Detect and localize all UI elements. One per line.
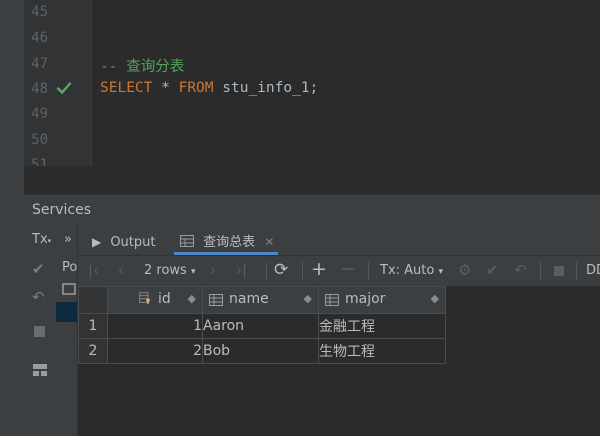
cell-id[interactable]: 2 [107,338,203,364]
cell-major[interactable]: 金融工程 [318,313,446,339]
next-page-icon[interactable]: › [210,261,216,279]
line-number: 46 [31,30,48,46]
column-icon [325,294,339,306]
sort-icon[interactable]: ◆ [431,292,439,305]
rollback-icon[interactable]: ↶ [514,261,527,279]
column-header-major[interactable]: major ◆ [318,286,446,314]
expand-toggle[interactable]: » [64,232,72,247]
column-icon [209,294,223,306]
services-header: Services [24,194,600,226]
line-number: 48 [31,81,48,97]
tab-label: 查询总表 [203,235,256,250]
database-icon [62,283,76,295]
tab-query-all[interactable]: 查询总表 ✕ [180,231,274,250]
toolbar-separator [368,262,369,280]
stop-icon[interactable] [554,266,564,276]
first-page-icon[interactable]: |‹ [88,261,99,279]
gutter-divider [91,0,92,166]
layout-icon[interactable] [32,363,48,381]
table-icon [180,235,194,247]
line-number: 49 [31,106,48,122]
panel-splitter[interactable] [24,166,600,194]
tx-dropdown[interactable]: Tx▾ [32,232,51,247]
left-tool-strip [0,0,24,436]
commit-icon[interactable]: ✔ [32,260,45,278]
cell-major[interactable]: 生物工程 [318,338,446,364]
last-page-icon[interactable]: ›| [236,261,247,279]
results-toolbar: |‹ ‹ 2 rows ▾ › ›| ⟳ + − Tx: Auto ▾ ⚙ ✔ … [78,255,600,287]
sql-keyword-from: FROM [178,80,214,96]
services-title: Services [32,202,92,218]
table-row[interactable]: 1 1 Aaron 金融工程 [78,313,446,339]
line-number: 47 [31,56,48,72]
stop-icon[interactable] [34,326,45,337]
services-tree[interactable]: » Po [56,225,78,436]
row-number[interactable]: 1 [78,313,108,339]
refresh-icon[interactable]: ⟳ [274,260,288,280]
sort-icon[interactable]: ◆ [188,292,196,305]
column-header-label: id [158,291,171,307]
sql-statement: SELECT * FROM stu_info_1; [100,80,318,96]
rollback-icon[interactable]: ↶ [32,288,45,306]
column-header-id[interactable]: id ◆ [107,286,203,314]
column-header-label: major [345,291,386,307]
cell-name[interactable]: Aaron [202,313,319,339]
result-grid: id ◆ name ◆ major ◆ 1 1 Aaron 金融工程 2 2 B… [78,286,446,364]
column-header-label: name [229,291,269,307]
rows-dropdown[interactable]: 2 rows ▾ [144,263,196,278]
result-tabs: ▶ Output 查询总表 ✕ [78,225,600,255]
sql-keyword-select: SELECT [100,80,153,96]
tx-settings-icon[interactable]: ⚙ [458,261,471,279]
toolbar-separator [266,262,267,280]
toolbar-separator [302,262,303,280]
line-number: 45 [31,4,48,20]
sort-icon[interactable]: ◆ [304,292,312,305]
row-header-corner [78,286,108,314]
line-number: 50 [31,132,48,148]
sql-star: * [161,80,170,96]
row-number[interactable]: 2 [78,338,108,364]
sql-comment: -- 查询分表 [100,59,185,75]
cell-id[interactable]: 1 [107,313,203,339]
tx-mode-dropdown[interactable]: Tx: Auto ▾ [380,263,443,278]
tree-selection[interactable] [56,302,78,322]
prev-page-icon[interactable]: ‹ [118,261,124,279]
sql-table-ref: stu_info_1; [222,80,319,96]
tx-mode-label: Tx: Auto [380,263,435,278]
tree-item-label[interactable]: Po [62,260,77,275]
rows-label: 2 rows [144,263,187,278]
ddl-button[interactable]: DD [586,263,600,278]
toolbar-separator [540,262,541,280]
cell-name[interactable]: Bob [202,338,319,364]
column-header-name[interactable]: name ◆ [202,286,319,314]
tab-label: Output [110,235,156,250]
services-toolbar: Tx▾ ✔ ↶ [24,225,57,436]
primary-key-icon [139,292,150,304]
terminal-icon: ▶ [92,235,102,249]
delete-row-icon[interactable]: − [340,258,356,280]
tab-output[interactable]: ▶ Output [92,231,156,250]
add-row-icon[interactable]: + [311,258,327,280]
table-row[interactable]: 2 2 Bob 生物工程 [78,338,446,364]
tx-label: Tx [32,232,48,247]
commit-icon[interactable]: ✔ [486,261,499,279]
close-icon[interactable]: ✕ [264,235,274,249]
toolbar-separator [576,262,577,280]
check-icon[interactable] [56,80,72,96]
